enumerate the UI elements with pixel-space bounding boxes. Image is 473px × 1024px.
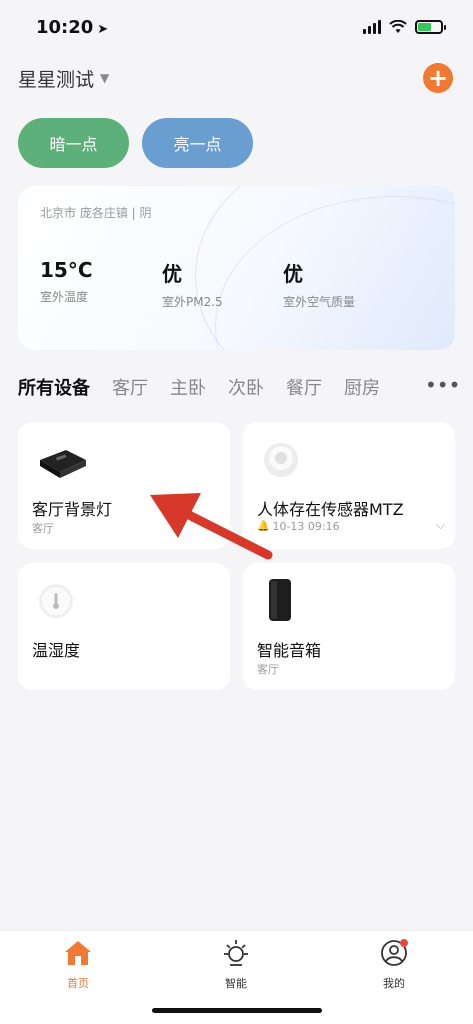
- status-time: 10:20 ➤: [36, 17, 108, 38]
- home-header: 星星测试 ▼ +: [0, 58, 473, 98]
- device-last-trigger: 🔔 10-13 09:16: [257, 520, 340, 533]
- tab-home[interactable]: 首页: [48, 939, 108, 991]
- tab-dining-room[interactable]: 餐厅: [286, 374, 322, 400]
- tab-label: 智能: [225, 977, 247, 990]
- cellular-signal-icon: [363, 20, 381, 34]
- device-card-smart-speaker[interactable]: 智能音箱 客厅: [243, 563, 455, 690]
- tab-master-bedroom[interactable]: 主卧: [170, 374, 206, 400]
- dim-scene-button[interactable]: 暗一点: [18, 118, 129, 168]
- bell-icon: 🔔: [257, 521, 270, 532]
- wifi-icon: [389, 20, 407, 33]
- device-room: 客厅: [32, 522, 54, 535]
- weather-card[interactable]: 北京市 庞各庄镇 | 阴 15°C 室外温度 优 室外PM2.5 优 室外空气质…: [18, 186, 455, 350]
- outdoor-air-quality: 优 室外空气质量: [283, 258, 355, 310]
- device-name: 温湿度: [32, 641, 81, 660]
- device-card-living-room-light[interactable]: 客厅背景灯 客厅: [18, 422, 230, 549]
- tab-label: 首页: [67, 977, 89, 990]
- tab-all-devices[interactable]: 所有设备: [18, 374, 90, 400]
- home-indicator[interactable]: [152, 1008, 322, 1013]
- outdoor-temperature: 15°C 室外温度: [40, 258, 93, 305]
- device-name: 人体存在传感器MTZ: [257, 500, 404, 519]
- metric-label: 室外空气质量: [283, 295, 356, 309]
- location-arrow-icon: ➤: [97, 21, 109, 37]
- device-name: 客厅背景灯: [32, 500, 113, 519]
- tab-profile[interactable]: 我的: [364, 939, 424, 991]
- home-icon: [65, 941, 91, 965]
- sun-icon: [224, 940, 248, 966]
- tab-second-bedroom[interactable]: 次卧: [228, 374, 264, 400]
- device-room: 客厅: [257, 663, 279, 676]
- metric-value: 15°C: [40, 258, 93, 282]
- smart-speaker-icon: [269, 579, 291, 621]
- status-bar: 10:20 ➤: [0, 0, 473, 54]
- tab-kitchen[interactable]: 厨房: [344, 374, 380, 400]
- time-text: 10:20: [36, 16, 94, 38]
- home-selector[interactable]: 星星测试 ▼: [18, 65, 109, 92]
- light-controller-icon: [40, 450, 86, 478]
- device-name: 智能音箱: [257, 641, 322, 660]
- device-card-presence-sensor[interactable]: 人体存在传感器MTZ 🔔 10-13 09:16 ⌵: [243, 422, 455, 549]
- caret-down-icon: ▼: [100, 71, 110, 85]
- outdoor-pm25: 优 室外PM2.5: [162, 258, 223, 310]
- more-icon[interactable]: •••: [425, 372, 460, 402]
- metric-label: 室外PM2.5: [162, 295, 223, 309]
- battery-icon: [415, 20, 446, 34]
- room-tabs: 所有设备 客厅 主卧 次卧 餐厅 厨房: [18, 372, 420, 402]
- tab-smart[interactable]: 智能: [206, 939, 266, 991]
- bright-scene-button[interactable]: 亮一点: [142, 118, 253, 168]
- profile-icon: [381, 939, 408, 966]
- metric-value: 优: [162, 262, 182, 286]
- presence-sensor-icon: [264, 443, 298, 477]
- status-icons: [363, 20, 446, 34]
- trigger-time: 10-13 09:16: [272, 520, 340, 533]
- tab-living-room[interactable]: 客厅: [112, 374, 148, 400]
- thermometer-sensor-icon: [39, 584, 73, 618]
- metric-value: 优: [283, 262, 303, 286]
- add-device-button[interactable]: +: [423, 63, 453, 93]
- chevron-down-icon[interactable]: ⌵: [436, 518, 445, 533]
- metric-label: 室外温度: [40, 290, 89, 304]
- tab-label: 我的: [383, 977, 405, 990]
- home-name-label: 星星测试: [18, 68, 95, 91]
- weather-location: 北京市 庞各庄镇 | 阴: [40, 206, 152, 220]
- device-card-temperature-humidity[interactable]: 温湿度: [18, 563, 230, 690]
